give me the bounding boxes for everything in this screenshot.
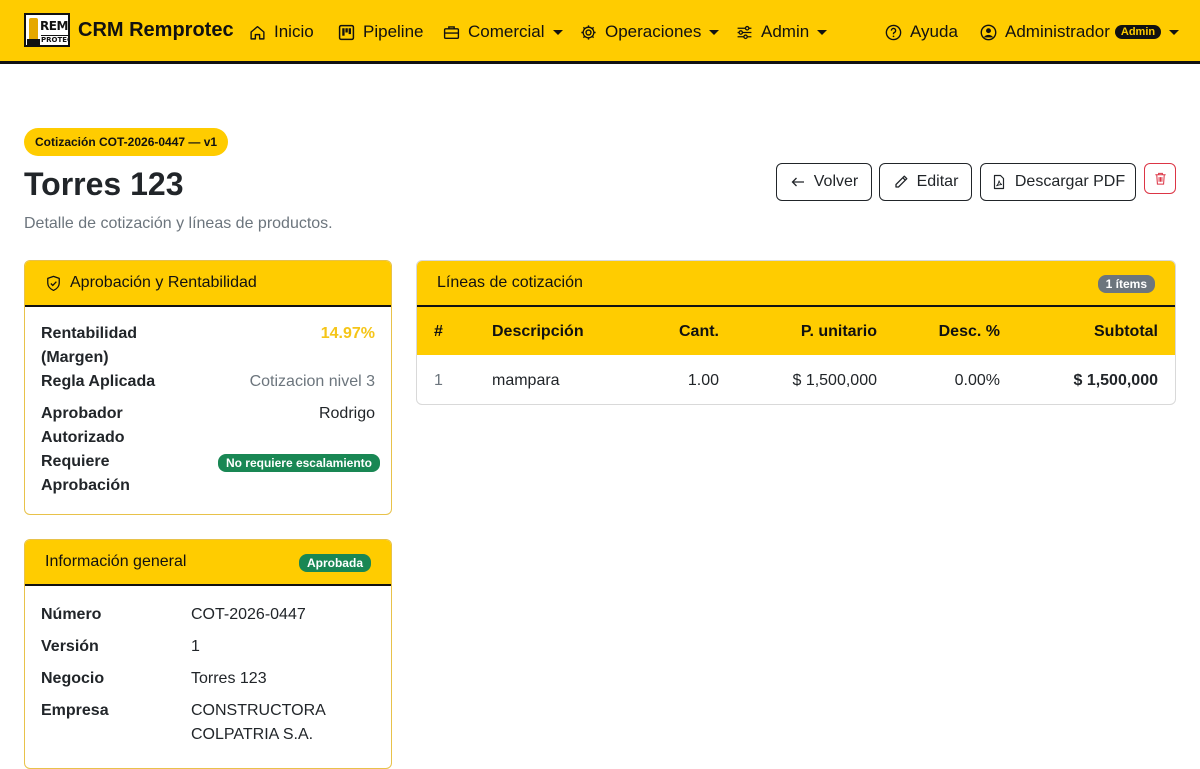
nav-inicio[interactable]: Inicio [249,20,314,44]
nav-pipeline-label: Pipeline [363,22,424,41]
nav-comercial-label: Comercial [468,22,545,41]
col-subtotal: Subtotal [1094,323,1158,340]
download-pdf-button[interactable]: Descargar PDF [980,163,1136,201]
nav-admin[interactable]: Admin [736,20,828,44]
approval-card-header: Aprobación y Rentabilidad [25,261,391,307]
row-qty: 1.00 [687,372,719,389]
col-unit: P. unitario [800,323,877,340]
version-label: Versión [41,638,99,655]
sliders-icon [737,25,752,39]
nav-admin-label: Admin [761,22,810,41]
numero-label: Número [41,606,102,623]
general-info-title: Información general [45,553,187,570]
user-circle-icon [980,24,997,40]
kanban-icon [338,24,355,40]
quote-lines-title: Líneas de cotización [437,274,583,291]
col-desc: Descripción [492,323,584,340]
requiere-label-1: Requiere [41,453,110,470]
gear-icon [581,24,596,40]
empresa-value-2: COLPATRIA S.A. [191,726,314,743]
escalation-badge: No requiere escalamiento [217,454,380,472]
rentabilidad-label-2: (Margen) [41,349,109,366]
col-num: # [434,323,443,340]
aprobador-label-2: Autorizado [41,429,125,446]
quote-lines-card: Líneas de cotización 1 ítems # Descripci… [416,260,1176,405]
page-title: Torres 123 [24,166,184,202]
items-count-badge: 1 ítems [1097,275,1155,293]
approval-card-title: Aprobación y Rentabilidad [70,274,257,291]
nav-inicio-label: Inicio [274,22,314,41]
chevron-down-icon [817,29,828,35]
role-badge: Admin [1114,25,1162,39]
row-unit: $ 1,500,000 [792,372,877,389]
page-subtitle: Detalle de cotización y líneas de produc… [24,215,333,232]
pencil-icon [894,175,908,188]
briefcase-icon [443,25,460,39]
row-subtotal: $ 1,500,000 [1073,372,1158,389]
delete-button[interactable] [1144,163,1176,194]
col-qty: Cant. [679,323,719,340]
version-value: 1 [191,638,200,655]
back-button[interactable]: Volver [776,163,872,201]
chevron-down-icon [552,29,563,35]
requiere-label-2: Aprobación [41,477,130,494]
home-icon [250,25,265,40]
user-menu[interactable]: Administrador Admin [980,20,1180,44]
empresa-label: Empresa [41,702,109,719]
row-disc: 0.00% [954,372,1000,389]
top-navbar: REM PROTEC CRM Remprotec Inicio Pipeline… [0,0,1200,64]
nav-pipeline[interactable]: Pipeline [338,20,424,44]
negocio-value: Torres 123 [191,670,267,687]
back-button-label: Volver [813,173,859,190]
edit-button-label: Editar [916,173,959,190]
chevron-down-icon [709,29,720,35]
nav-operaciones-label: Operaciones [605,22,702,41]
regla-label: Regla Aplicada [41,373,156,390]
brand-logo: REM PROTEC [24,13,70,47]
quote-id-pill: Cotización COT-2026-0447 — v1 [24,128,229,156]
numero-value: COT-2026-0447 [191,606,306,623]
nav-help[interactable]: Ayuda [885,20,958,44]
brand-name: CRM Remprotec [78,18,234,41]
quote-lines-header: Líneas de cotización 1 ítems [417,261,1175,307]
shield-check-icon [47,275,60,291]
file-pdf-icon [993,174,1004,190]
rentabilidad-label-1: Rentabilidad [41,325,138,342]
approval-card: Aprobación y Rentabilidad Rentabilidad (… [24,260,392,515]
chevron-down-icon [1169,29,1180,35]
trash-icon [1154,172,1166,185]
col-disc: Desc. % [938,323,1000,340]
nav-help-label: Ayuda [910,22,958,41]
general-info-header: Información general Aprobada [25,540,391,586]
rentabilidad-value: 14.97% [320,325,375,342]
user-name: Administrador [1005,22,1110,41]
nav-comercial[interactable]: Comercial [443,20,563,44]
aprobador-label-1: Aprobador [41,405,123,422]
nav-operaciones[interactable]: Operaciones [580,20,720,44]
negocio-label: Negocio [41,670,105,687]
row-desc: mampara [492,372,560,389]
arrow-left-icon [791,177,804,187]
aprobador-value: Rodrigo [318,405,375,422]
edit-button[interactable]: Editar [879,163,972,201]
row-num: 1 [434,372,443,389]
empresa-value-1: CONSTRUCTORA [191,702,326,719]
help-icon [885,24,902,40]
status-badge: Aprobada [298,554,371,572]
regla-value: Cotizacion nivel 3 [249,373,375,390]
download-pdf-label: Descargar PDF [1014,173,1126,190]
brand[interactable]: REM PROTEC CRM Remprotec [24,13,234,47]
general-info-card: Información general Aprobada Número COT-… [24,539,392,769]
